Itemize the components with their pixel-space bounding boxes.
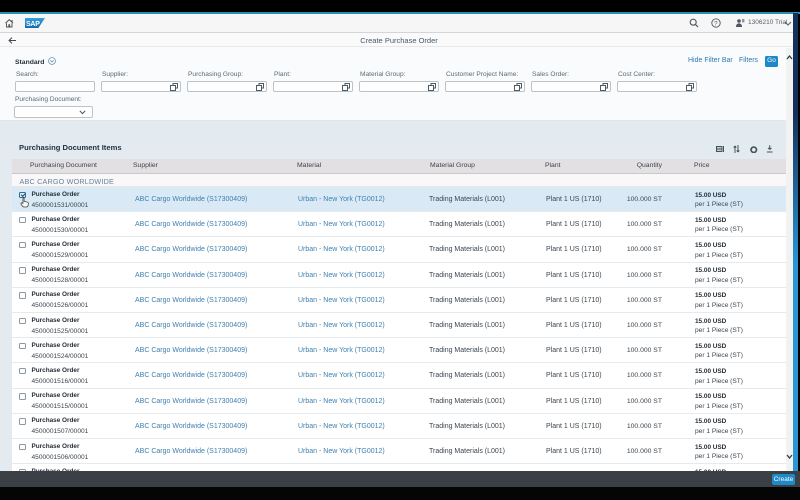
svg-text:SAP: SAP: [26, 21, 40, 28]
svg-text:?: ?: [714, 20, 718, 27]
